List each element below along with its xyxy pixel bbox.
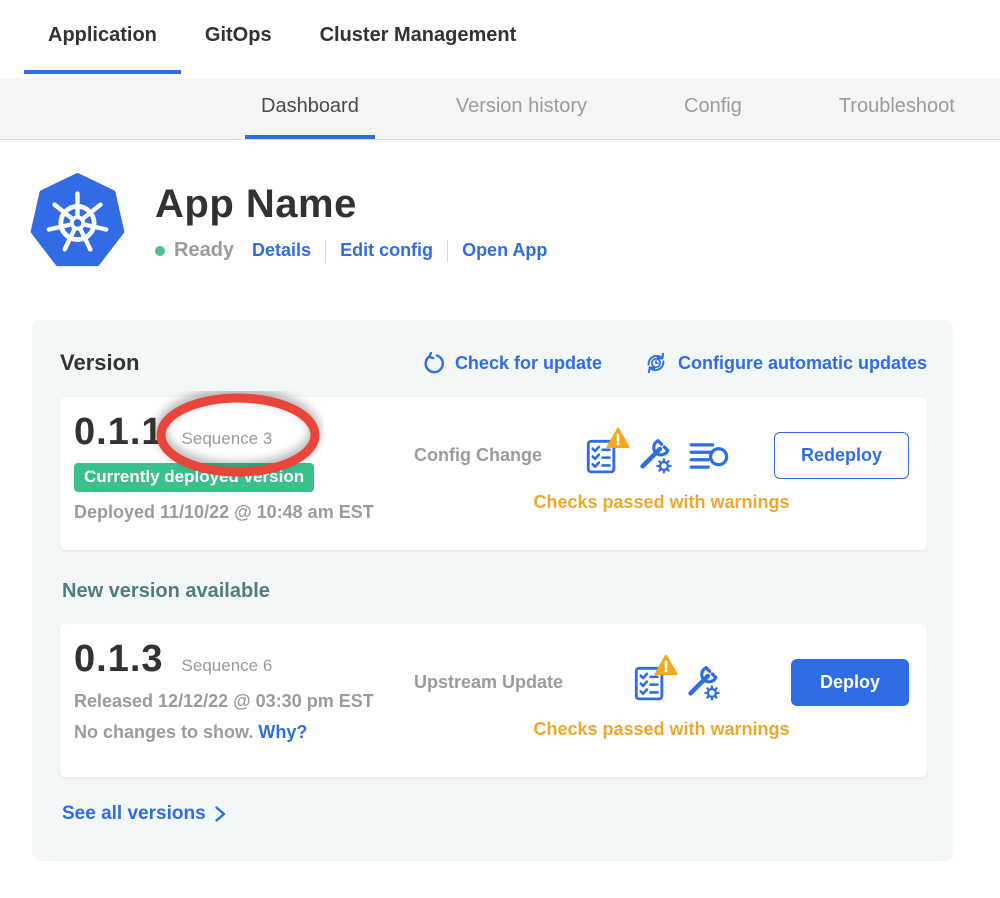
see-all-versions-label: See all versions <box>62 803 206 825</box>
current-version-type: Config Change <box>414 445 542 466</box>
warning-triangle-icon <box>654 654 678 676</box>
currently-deployed-badge: Currently deployed version <box>74 463 314 492</box>
why-link[interactable]: Why? <box>258 722 307 742</box>
current-checks-status: Checks passed with warnings <box>414 492 909 513</box>
deployed-timestamp: Deployed 11/10/22 @ 10:48 am EST <box>74 502 414 523</box>
tab-config[interactable]: Config <box>668 78 758 139</box>
current-version-card: 0.1.1 Sequence 3 Currently deployed vers… <box>60 397 927 550</box>
tab-troubleshoot[interactable]: Troubleshoot <box>823 78 971 139</box>
refresh-icon <box>422 352 445 375</box>
tab-gitops[interactable]: GitOps <box>181 0 296 74</box>
divider <box>447 240 448 262</box>
deploy-button[interactable]: Deploy <box>791 659 909 706</box>
app-name-title: App Name <box>155 182 547 227</box>
version-panel: Version Check for update <box>32 320 953 861</box>
see-all-versions-link[interactable]: See all versions <box>62 803 927 825</box>
current-version-sequence: Sequence 3 <box>182 429 273 449</box>
open-app-link[interactable]: Open App <box>462 240 547 261</box>
status-dot <box>155 246 165 256</box>
edit-config-link[interactable]: Edit config <box>340 240 433 261</box>
new-version-sequence: Sequence 6 <box>182 656 273 676</box>
version-heading: Version <box>60 350 139 376</box>
chevron-right-icon <box>214 805 227 823</box>
check-for-update-button[interactable]: Check for update <box>422 352 602 375</box>
tab-application[interactable]: Application <box>24 0 181 74</box>
new-version-available-heading: New version available <box>62 580 927 603</box>
check-for-update-label: Check for update <box>455 353 602 374</box>
secondary-nav: Dashboard Version history Config Trouble… <box>0 78 1000 140</box>
wrench-gear-icon[interactable] <box>683 663 721 703</box>
new-version-card: 0.1.3 Sequence 6 Released 12/12/22 @ 03:… <box>60 624 927 777</box>
preflight-checks-icon[interactable] <box>634 664 667 701</box>
current-version-number: 0.1.1 <box>74 411 164 454</box>
preflight-checks-icon[interactable] <box>586 437 619 474</box>
redeploy-button[interactable]: Redeploy <box>774 432 909 479</box>
details-link[interactable]: Details <box>252 240 311 261</box>
new-version-type: Upstream Update <box>414 672 563 693</box>
released-timestamp: Released 12/12/22 @ 03:30 pm EST <box>74 691 414 712</box>
configure-automatic-updates-button[interactable]: Configure automatic updates <box>644 351 927 375</box>
tab-dashboard[interactable]: Dashboard <box>245 78 375 139</box>
warning-triangle-icon <box>606 427 630 449</box>
new-checks-status: Checks passed with warnings <box>414 719 909 740</box>
auto-update-clock-icon <box>644 351 668 375</box>
tab-cluster-management[interactable]: Cluster Management <box>296 0 541 74</box>
app-header: App Name Ready Details Edit config Open … <box>30 172 1000 272</box>
divider <box>325 240 326 262</box>
new-version-number: 0.1.3 <box>74 638 164 681</box>
status-text: Ready <box>174 239 234 262</box>
no-changes-text: No changes to show. <box>74 722 253 742</box>
configure-automatic-updates-label: Configure automatic updates <box>678 353 927 374</box>
diff-magnifier-icon[interactable] <box>689 439 729 473</box>
kubernetes-logo <box>30 172 125 272</box>
primary-nav: Application GitOps Cluster Management <box>0 0 1000 78</box>
tab-version-history[interactable]: Version history <box>440 78 603 139</box>
wrench-gear-icon[interactable] <box>635 436 673 476</box>
